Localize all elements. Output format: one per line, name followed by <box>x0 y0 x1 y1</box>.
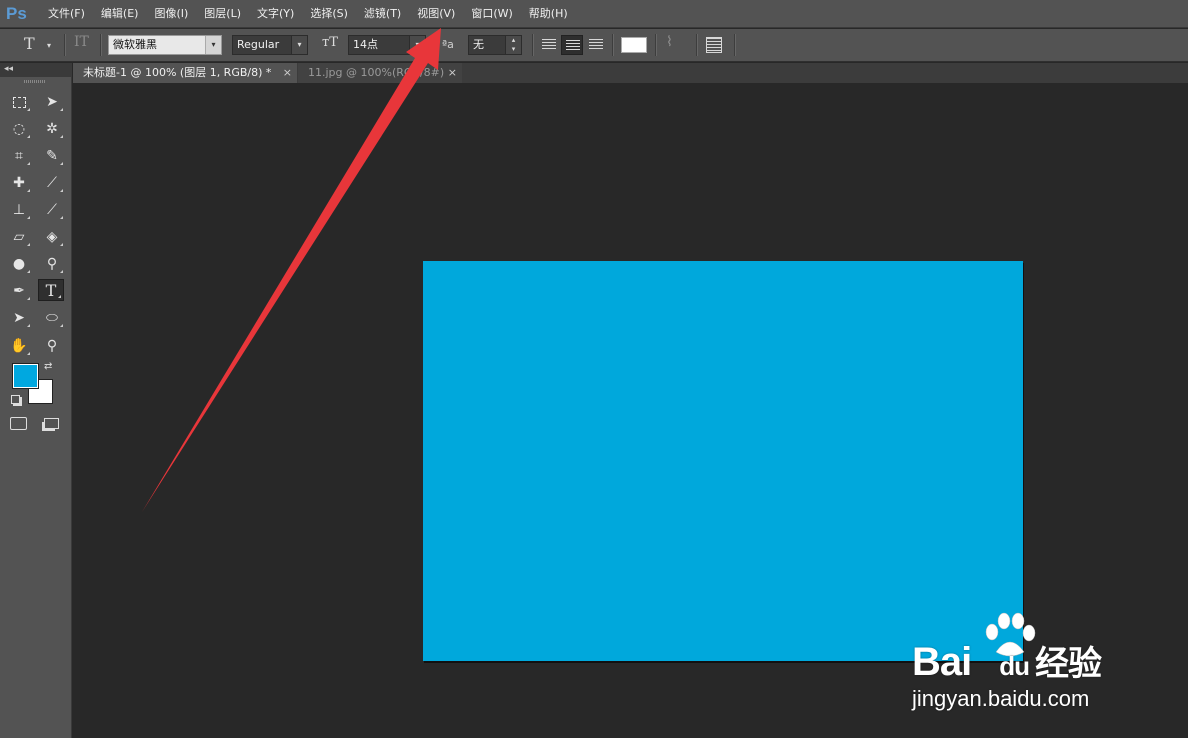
menu-select[interactable]: 选择(S) <box>302 0 356 28</box>
font-style-select[interactable]: Regular ▾ <box>232 35 308 55</box>
text-tool-icon[interactable]: T <box>24 34 35 53</box>
default-colors-icon[interactable] <box>11 395 20 404</box>
chevron-down-icon: ▾ <box>409 36 425 54</box>
lasso-icon[interactable]: ◌ <box>6 118 32 140</box>
chevron-down-icon: ▾ <box>205 36 221 54</box>
drag-grip[interactable] <box>24 80 46 83</box>
collapse-icon[interactable]: ◂◂ <box>4 63 13 75</box>
separator <box>696 34 697 56</box>
marquee-icon[interactable] <box>6 91 32 113</box>
font-size-value: 14点 <box>353 38 378 51</box>
toolbox-header: ◂◂ <box>0 63 72 77</box>
tab-document-1[interactable]: 未标题-1 @ 100% (图层 1, RGB/8) * × <box>73 63 297 83</box>
crop-icon[interactable]: ⌗ <box>6 145 32 167</box>
pen-icon[interactable]: ✒ <box>6 280 32 302</box>
eyedropper-icon[interactable]: ✎ <box>39 145 65 167</box>
paint-bucket-icon[interactable]: ◈ <box>39 226 65 248</box>
separator <box>734 34 735 56</box>
menu-edit[interactable]: 编辑(E) <box>93 0 147 28</box>
photoshop-window: Ps 文件(F) 编辑(E) 图像(I) 图层(L) 文字(Y) 选择(S) 滤… <box>0 0 1188 738</box>
watermark-logo: Bai du 经验 <box>912 636 1102 685</box>
tab-label: 未标题-1 @ 100% (图层 1, RGB/8) * <box>83 66 272 79</box>
menu-view[interactable]: 视图(V) <box>409 0 463 28</box>
antialias-select[interactable]: 无 ▴ ▾ <box>468 35 522 55</box>
menu-image[interactable]: 图像(I) <box>146 0 196 28</box>
watermark-logo-text: Bai <box>912 640 972 684</box>
brush-icon[interactable]: ⟋ <box>39 172 65 194</box>
align-left-button[interactable] <box>538 35 560 55</box>
options-bar: T ▾ IT 微软雅黑 ▾ Regular ▾ ᴛT 14点 ▾ ªa 无 ▴ ▾… <box>0 29 1188 62</box>
warp-text-icon[interactable]: ⌇ <box>666 34 673 50</box>
antialias-icon: ªa <box>442 38 454 51</box>
close-icon[interactable]: × <box>448 63 457 83</box>
align-right-icon <box>589 39 603 51</box>
toolbox: ➤ ◌ ✲ ⌗ ✎ ✚ ⟋ ⊥ ⟋ ▱ ◈ ● ⚲ ✒ T ➤ ⬭ ✋ ⚲ ⇄ <box>0 77 72 738</box>
separator <box>532 34 533 56</box>
quick-mask-icon[interactable] <box>10 417 27 430</box>
hand-icon[interactable]: ✋ <box>6 335 32 357</box>
document-tab-bar: 未标题-1 @ 100% (图层 1, RGB/8) * × 11.jpg @ … <box>73 63 1188 83</box>
move-icon[interactable]: ➤ <box>39 91 65 113</box>
screen-mode-icon[interactable] <box>44 418 59 429</box>
antialias-value: 无 <box>473 38 484 51</box>
zoom-icon[interactable]: ⚲ <box>39 335 65 357</box>
separator <box>100 34 101 56</box>
separator <box>612 34 613 56</box>
menu-type[interactable]: 文字(Y) <box>249 0 302 28</box>
path-selection-icon[interactable]: ➤ <box>6 307 32 329</box>
chevron-down-icon: ▾ <box>291 36 307 54</box>
tab-document-2[interactable]: 11.jpg @ 100%(RGB/8#) × <box>298 63 462 83</box>
align-center-icon <box>566 40 580 52</box>
menu-file[interactable]: 文件(F) <box>40 0 93 28</box>
close-icon[interactable]: × <box>283 63 292 83</box>
eraser-icon[interactable]: ▱ <box>6 226 32 248</box>
font-style-value: Regular <box>237 38 280 51</box>
ps-logo: Ps <box>6 3 27 23</box>
font-size-icon: ᴛT <box>322 35 338 50</box>
watermark-logo-suffix: du <box>999 651 1030 681</box>
arrow-shape <box>142 28 441 512</box>
clone-stamp-icon[interactable]: ⊥ <box>6 199 32 221</box>
font-size-select[interactable]: 14点 ▾ <box>348 35 426 55</box>
menu-filter[interactable]: 滤镜(T) <box>356 0 409 28</box>
foreground-color-swatch[interactable] <box>13 364 38 388</box>
history-brush-icon[interactable]: ⟋ <box>39 199 65 221</box>
document-canvas[interactable] <box>423 261 1023 661</box>
swap-colors-icon[interactable]: ⇄ <box>44 361 52 372</box>
menu-layer[interactable]: 图层(L) <box>196 0 249 28</box>
dodge-icon[interactable]: ⚲ <box>39 253 65 275</box>
menu-window[interactable]: 窗口(W) <box>463 0 520 28</box>
baidu-jingyan-watermark: Bai du 经验 jingyan.baidu.com <box>912 610 1188 738</box>
text-color-swatch[interactable] <box>621 37 647 53</box>
menu-help[interactable]: 帮助(H) <box>521 0 576 28</box>
blur-icon[interactable]: ● <box>6 253 32 275</box>
separator <box>64 34 65 56</box>
align-left-icon <box>542 39 556 51</box>
type-tool-icon[interactable]: T <box>38 279 64 301</box>
magic-wand-icon[interactable]: ✲ <box>39 118 65 140</box>
align-center-button[interactable] <box>561 35 583 55</box>
tab-label: 11.jpg @ 100%(RGB/8#) <box>308 66 445 79</box>
character-panel-icon[interactable] <box>706 37 722 53</box>
ellipse-icon[interactable]: ⬭ <box>39 307 65 329</box>
healing-brush-icon[interactable]: ✚ <box>6 172 32 194</box>
watermark-url: jingyan.baidu.com <box>912 686 1090 711</box>
font-family-select[interactable]: 微软雅黑 ▾ <box>108 35 222 55</box>
font-family-value: 微软雅黑 <box>113 38 157 51</box>
tool-preset-dropdown-icon[interactable]: ▾ <box>47 41 51 50</box>
orientation-toggle-icon[interactable]: IT <box>74 34 89 50</box>
watermark-brand-cn: 经验 <box>1035 645 1102 683</box>
menu-bar: Ps 文件(F) 编辑(E) 图像(I) 图层(L) 文字(Y) 选择(S) 滤… <box>0 0 1188 28</box>
spinner-icon: ▴ ▾ <box>505 36 521 54</box>
align-right-button[interactable] <box>585 35 607 55</box>
separator <box>655 34 656 56</box>
